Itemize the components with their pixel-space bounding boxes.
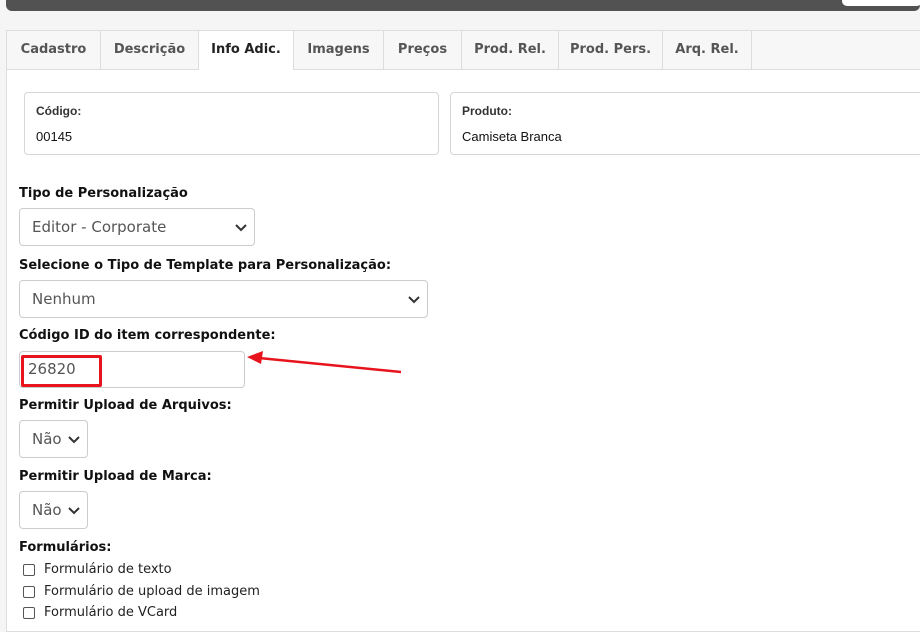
codigo-id-label: Código ID do item correspondente: xyxy=(19,328,276,343)
tab-bar: Cadastro Descrição Info Adic. Imagens Pr… xyxy=(7,31,920,70)
product-panel: Cadastro Descrição Info Adic. Imagens Pr… xyxy=(6,30,920,632)
tab-cadastro[interactable]: Cadastro xyxy=(7,31,101,69)
tipo-personalizacao-select[interactable]: Editor - Corporate xyxy=(19,208,255,246)
upload-marca-label: Permitir Upload de Marca: xyxy=(19,469,212,484)
upload-arquivos-label: Permitir Upload de Arquivos: xyxy=(19,398,232,413)
tab-descricao[interactable]: Descrição xyxy=(101,31,199,69)
template-select[interactable]: Nenhum xyxy=(19,280,428,318)
tab-precos[interactable]: Preços xyxy=(384,31,462,69)
formulario-vcard-checkbox[interactable] xyxy=(23,606,35,619)
produto-value: Camiseta Branca xyxy=(462,129,562,144)
formulario-upload-imagem-checkbox[interactable] xyxy=(23,585,35,598)
tipo-personalizacao-value: Editor - Corporate xyxy=(32,218,167,236)
upload-marca-select[interactable]: Não xyxy=(19,491,88,529)
upload-marca-value: Não xyxy=(32,501,62,519)
chevron-down-icon xyxy=(408,296,420,304)
top-bar-button[interactable] xyxy=(842,0,920,6)
formulario-texto-label: Formulário de texto xyxy=(44,562,172,577)
chevron-down-icon xyxy=(68,436,80,444)
formularios-label: Formulários: xyxy=(19,540,112,555)
produto-box: Produto: Camiseta Branca xyxy=(450,92,920,155)
produto-label: Produto: xyxy=(462,104,512,118)
formulario-texto-checkbox[interactable] xyxy=(23,563,35,576)
tab-prod-rel[interactable]: Prod. Rel. xyxy=(462,31,559,69)
template-value: Nenhum xyxy=(32,290,96,308)
tab-prod-pers[interactable]: Prod. Pers. xyxy=(559,31,663,69)
formulario-upload-imagem-option[interactable]: Formulário de upload de imagem xyxy=(23,584,260,599)
annotation-highlight-box xyxy=(21,355,102,387)
top-bar xyxy=(6,0,920,11)
codigo-value: 00145 xyxy=(36,129,73,144)
chevron-down-icon xyxy=(68,507,80,515)
template-label: Selecione o Tipo de Template para Person… xyxy=(19,258,392,273)
upload-arquivos-value: Não xyxy=(32,430,62,448)
chevron-down-icon xyxy=(235,224,247,232)
tab-info-adic[interactable]: Info Adic. xyxy=(199,31,294,70)
tipo-personalizacao-label: Tipo de Personalização xyxy=(19,186,188,201)
formulario-upload-imagem-label: Formulário de upload de imagem xyxy=(44,584,260,599)
formulario-texto-option[interactable]: Formulário de texto xyxy=(23,562,172,577)
codigo-label: Código: xyxy=(36,104,82,118)
upload-arquivos-select[interactable]: Não xyxy=(19,420,88,458)
tab-imagens[interactable]: Imagens xyxy=(294,31,384,69)
tab-arq-rel[interactable]: Arq. Rel. xyxy=(663,31,752,69)
codigo-box: Código: 00145 xyxy=(24,92,439,155)
annotation-arrow-icon xyxy=(247,351,402,374)
